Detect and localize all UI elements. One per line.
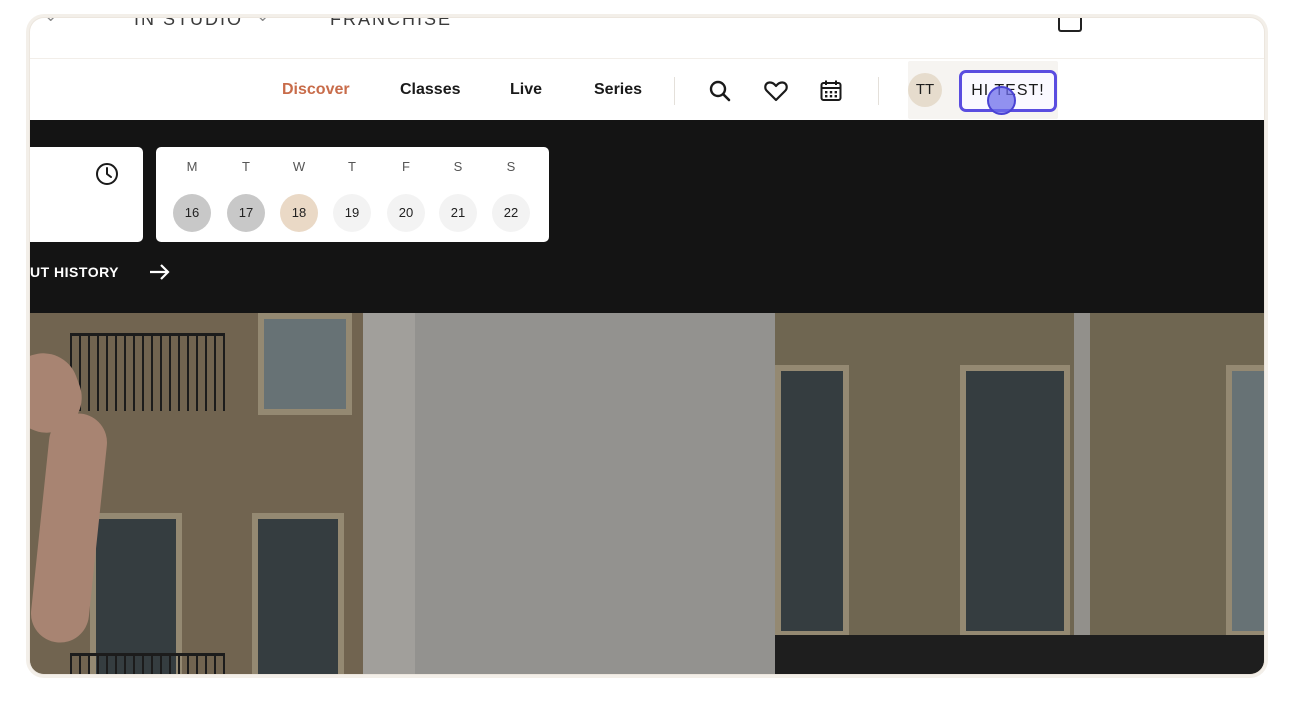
workout-history-link[interactable]: UT HISTORY [30, 264, 119, 280]
bag-icon[interactable] [1058, 18, 1082, 32]
clock-icon [96, 163, 118, 185]
top-strip: ⌄ IN STUDIO ⌄ FRANCHISE [30, 18, 1264, 58]
calendar-icon[interactable] [818, 78, 844, 104]
day-16[interactable]: 16 [173, 194, 211, 232]
day-letter: S [453, 159, 463, 174]
top-nav-in-studio[interactable]: IN STUDIO [134, 18, 243, 30]
schedule-band: M T W T F S S 16 17 18 19 20 21 22 UT HI… [30, 120, 1264, 313]
arrow-right-icon[interactable] [148, 262, 172, 282]
nav-series[interactable]: Series [594, 81, 642, 99]
image-overlay [30, 313, 1264, 674]
time-filter-card[interactable] [30, 147, 143, 242]
day-17[interactable]: 17 [227, 194, 265, 232]
day-letter: T [242, 159, 250, 174]
day-21[interactable]: 21 [439, 194, 477, 232]
week-calendar: M T W T F S S 16 17 18 19 20 21 22 [156, 147, 549, 242]
day-letter: T [348, 159, 356, 174]
day-22[interactable]: 22 [492, 194, 530, 232]
chevron-down-icon: ⌄ [256, 18, 269, 26]
nav-discover[interactable]: Discover [282, 81, 350, 99]
nav-classes[interactable]: Classes [400, 81, 461, 99]
day-letter: F [402, 159, 410, 174]
search-icon[interactable] [707, 78, 733, 104]
top-nav-franchise[interactable]: FRANCHISE [330, 18, 452, 30]
avatar[interactable]: TT [908, 73, 942, 107]
day-19[interactable]: 19 [333, 194, 371, 232]
heart-icon[interactable] [763, 78, 789, 104]
nav-divider [878, 77, 879, 105]
hero-image [30, 313, 1264, 674]
nav-divider [674, 77, 675, 105]
nav-live[interactable]: Live [510, 81, 542, 99]
chevron-down-icon: ⌄ [44, 18, 57, 26]
cursor-indicator [987, 86, 1016, 115]
day-18-today[interactable]: 18 [280, 194, 318, 232]
day-letter: S [506, 159, 516, 174]
browser-frame: ⌄ IN STUDIO ⌄ FRANCHISE Discover Classes… [30, 18, 1264, 674]
day-20[interactable]: 20 [387, 194, 425, 232]
main-nav: Discover Classes Live Series TT HI TEST! [30, 58, 1264, 121]
day-letter: W [292, 159, 306, 174]
day-letter: M [186, 159, 198, 174]
